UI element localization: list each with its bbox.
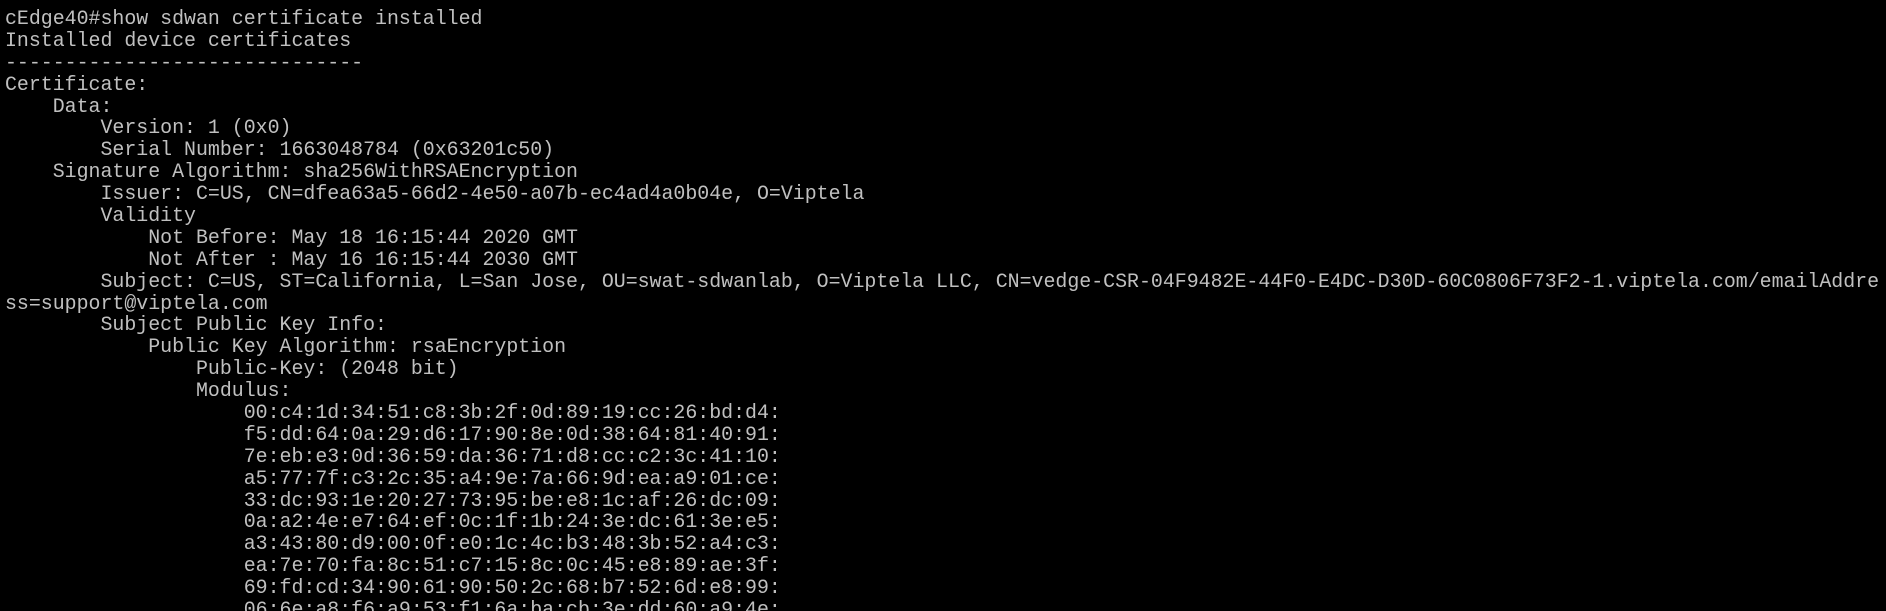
terminal-line: Issuer: C=US, CN=dfea63a5-66d2-4e50-a07b…: [5, 182, 865, 206]
terminal-line: Data:: [5, 94, 113, 118]
terminal-line: Subject Public Key Info:: [5, 313, 387, 337]
terminal-line: ------------------------------: [5, 50, 364, 74]
terminal-line: f5:dd:64:0a:29:d6:17:90:8e:0d:38:64:81:4…: [5, 422, 781, 446]
terminal-line: a3:43:80:d9:00:0f:e0:1c:4c:b3:48:3b:52:a…: [5, 532, 781, 556]
terminal-line: Not After : May 16 16:15:44 2030 GMT: [5, 247, 578, 271]
terminal-line: ea:7e:70:fa:8c:51:c7:15:8c:0c:45:e8:89:a…: [5, 554, 781, 578]
terminal-line: Validity: [5, 204, 196, 228]
terminal-line: 69:fd:cd:34:90:61:90:50:2c:68:b7:52:6d:e…: [5, 576, 781, 600]
terminal-line: Certificate:: [5, 72, 149, 96]
terminal-line: Public Key Algorithm: rsaEncryption: [5, 335, 567, 359]
terminal-output: cEdge40#show sdwan certificate installed…: [5, 8, 1879, 611]
terminal-line: Public-Key: (2048 bit): [5, 357, 459, 381]
terminal-line: Signature Algorithm: sha256WithRSAEncryp…: [5, 160, 578, 184]
terminal-line: Version: 1 (0x0): [5, 116, 292, 140]
terminal-line-command: cEdge40#show sdwan certificate installed: [5, 7, 483, 30]
terminal-line: ss=support@viptela.com: [5, 291, 268, 315]
terminal-line: 33:dc:93:1e:20:27:73:95:be:e8:1c:af:26:d…: [5, 488, 781, 512]
terminal-line: 7e:eb:e3:0d:36:59:da:36:71:d8:cc:c2:3c:4…: [5, 444, 781, 468]
terminal-line: 06:6e:a8:f6:a9:53:f1:6a:ba:cb:3e:dd:60:a…: [5, 598, 781, 611]
terminal-window[interactable]: cEdge40#show sdwan certificate installed…: [0, 0, 1886, 611]
terminal-line: Serial Number: 1663048784 (0x63201c50): [5, 138, 555, 162]
terminal-line: Modulus:: [5, 379, 292, 403]
terminal-line: Installed device certificates: [5, 28, 352, 52]
terminal-line: 0a:a2:4e:e7:64:ef:0c:1f:1b:24:3e:dc:61:3…: [5, 510, 781, 534]
terminal-line: Subject: C=US, ST=California, L=San Jose…: [5, 269, 1880, 293]
terminal-line: Not Before: May 18 16:15:44 2020 GMT: [5, 225, 578, 249]
terminal-line: a5:77:7f:c3:2c:35:a4:9e:7a:66:9d:ea:a9:0…: [5, 466, 781, 490]
terminal-line: 00:c4:1d:34:51:c8:3b:2f:0d:89:19:cc:26:b…: [5, 401, 781, 425]
